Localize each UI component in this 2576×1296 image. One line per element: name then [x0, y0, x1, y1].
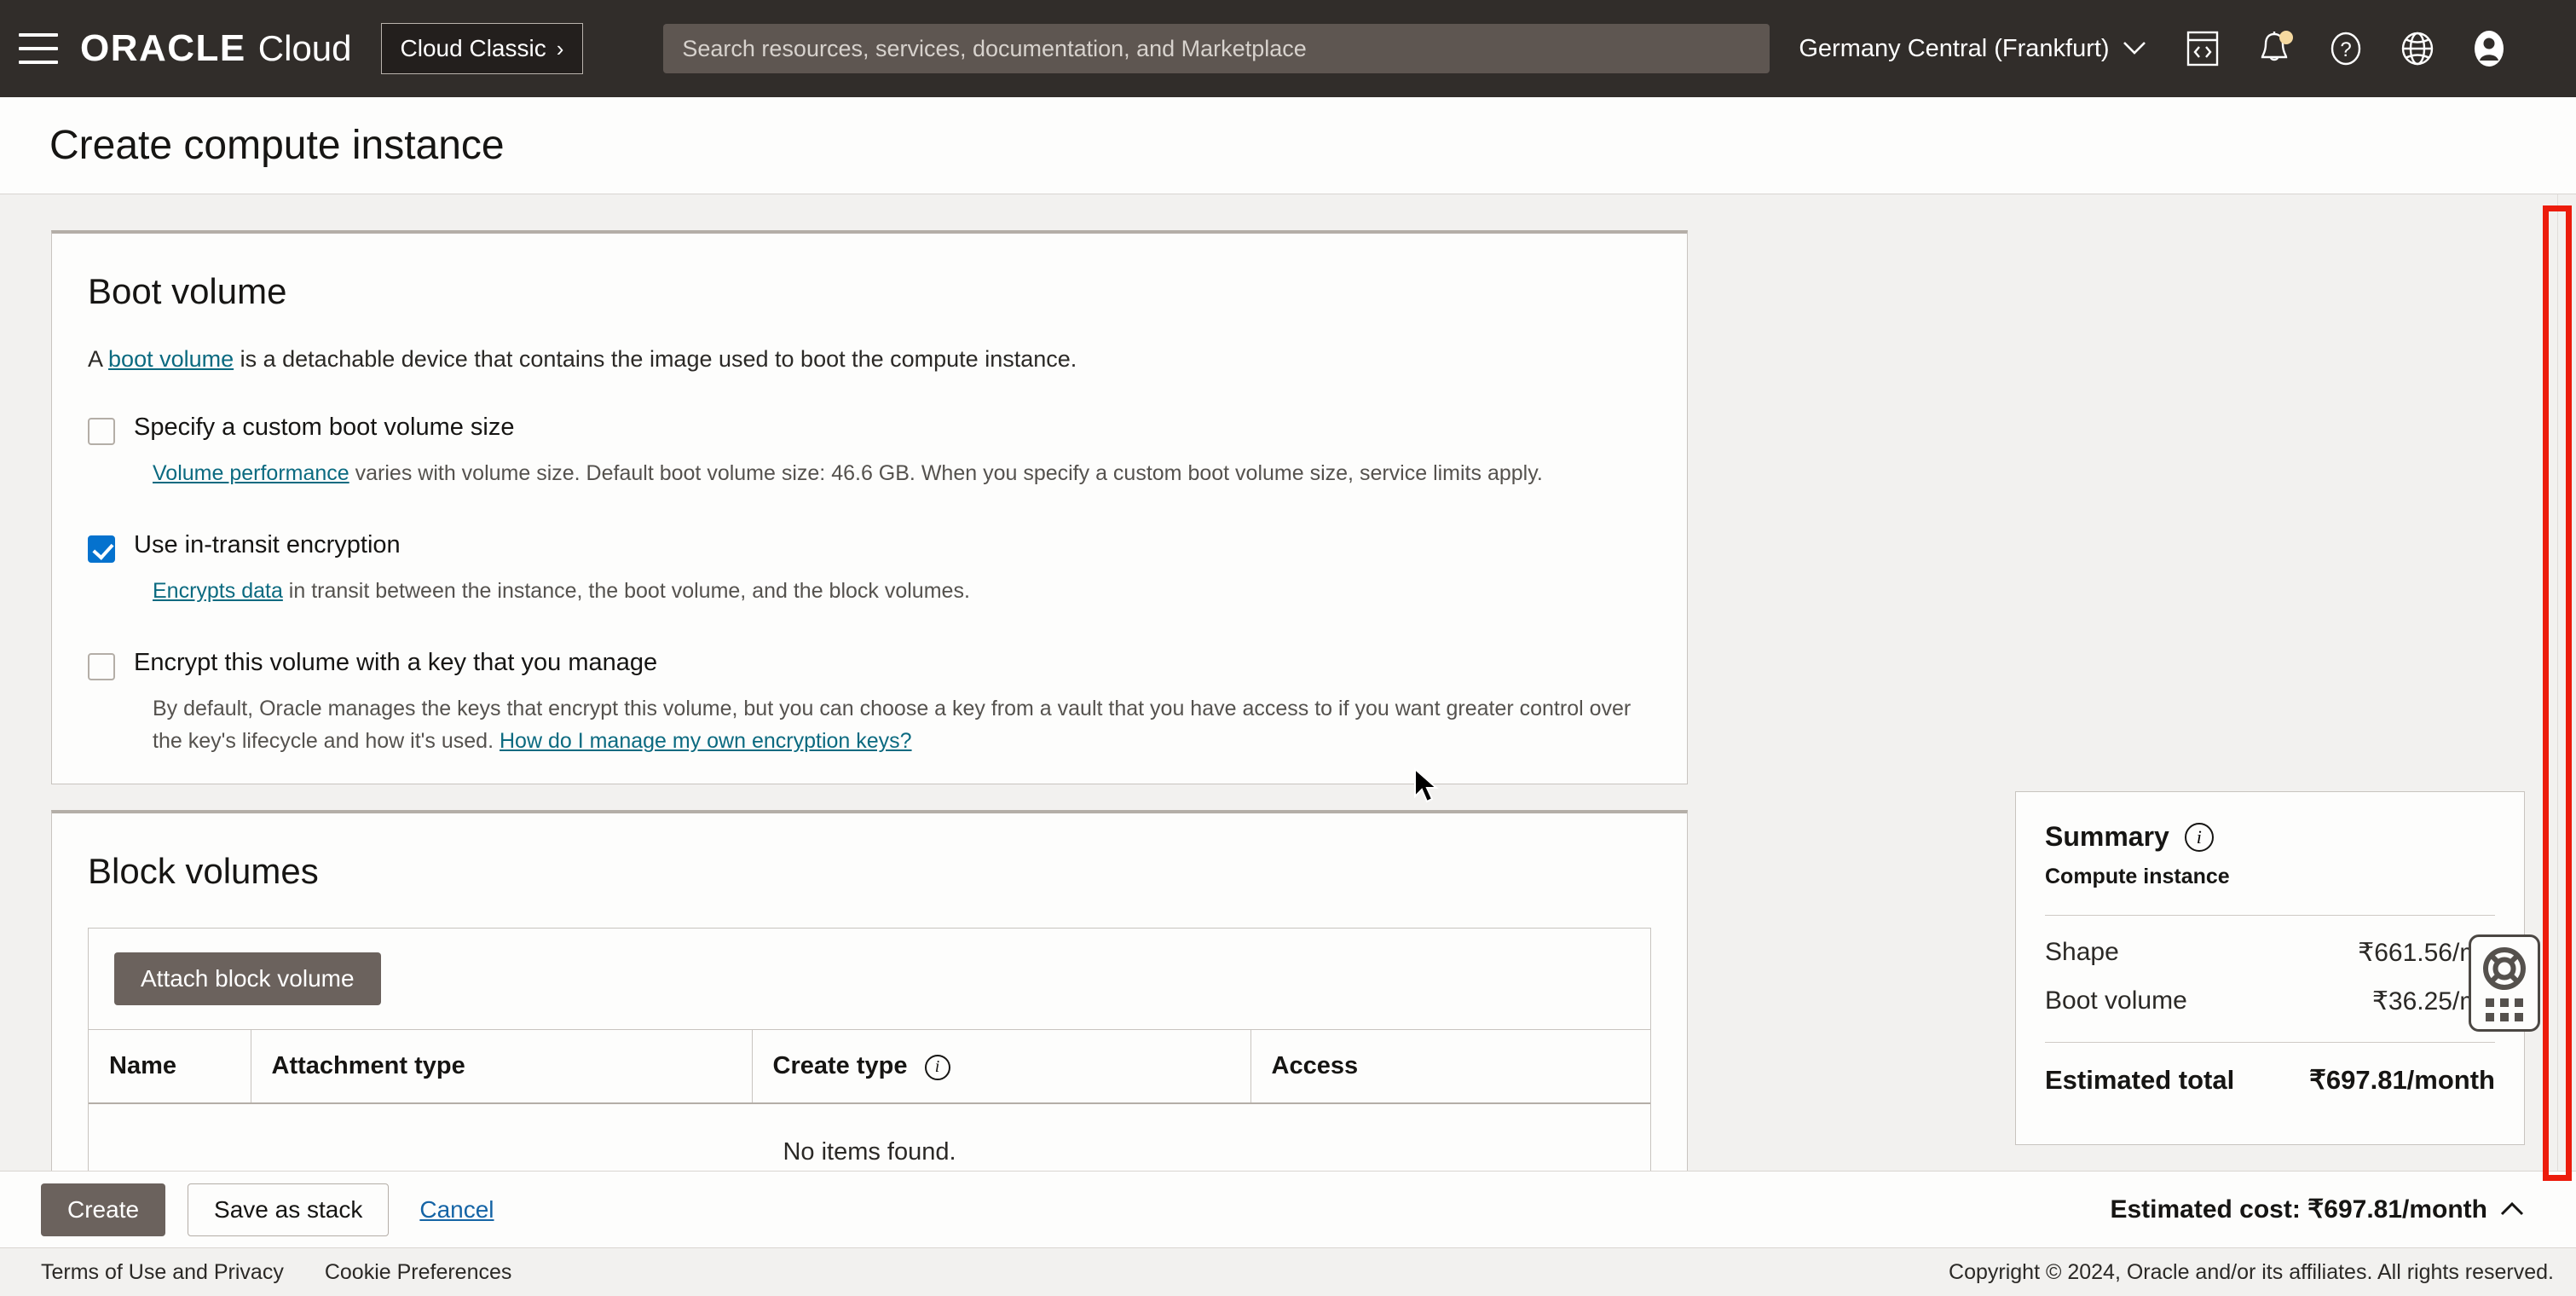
encrypts-data-link[interactable]: Encrypts data — [153, 579, 283, 603]
cloud-classic-button[interactable]: Cloud Classic › — [381, 23, 584, 74]
custom-boot-volume-size-help-text: varies with volume size. Default boot vo… — [349, 461, 1543, 485]
block-volumes-card: Block volumes Attach block volume Name A… — [51, 810, 1688, 1171]
cloud-classic-label: Cloud Classic — [401, 35, 546, 62]
attach-block-volume-button[interactable]: Attach block volume — [114, 952, 381, 1005]
language-globe-icon[interactable] — [2398, 29, 2437, 68]
create-button[interactable]: Create — [41, 1183, 165, 1236]
region-label: Germany Central (Frankfurt) — [1799, 35, 2109, 63]
block-volumes-heading: Block volumes — [88, 851, 1651, 892]
dot-grid-drag-handle[interactable] — [2486, 998, 2523, 1021]
header-icon-group: ? — [2183, 29, 2509, 68]
boot-volume-card: Boot volume A boot volume is a detachabl… — [51, 230, 1688, 784]
brand-cloud-text: Cloud — [258, 28, 352, 69]
in-transit-encryption-checkbox[interactable] — [88, 535, 115, 563]
summary-row-boot-volume: Boot volume ₹36.25/mo — [2045, 986, 2495, 1016]
oracle-cloud-logo[interactable]: ORACLE Cloud — [80, 27, 352, 70]
column-header-access: Access — [1250, 1030, 1650, 1104]
cookie-preferences-link[interactable]: Cookie Preferences — [325, 1260, 512, 1285]
global-search[interactable] — [663, 24, 1770, 73]
terms-of-use-link[interactable]: Terms of Use and Privacy — [41, 1260, 284, 1285]
save-as-stack-button[interactable]: Save as stack — [188, 1183, 389, 1236]
custom-boot-volume-size-label: Specify a custom boot volume size — [134, 414, 514, 442]
desc-prefix: A — [88, 346, 108, 372]
summary-divider-top — [2045, 915, 2495, 916]
manage-encryption-keys-link[interactable]: How do I manage my own encryption keys? — [500, 729, 912, 753]
table-header-row: Name Attachment type Create type i Acces… — [89, 1030, 1650, 1104]
summary-total-label: Estimated total — [2045, 1065, 2234, 1096]
hamburger-menu-icon[interactable] — [19, 33, 58, 64]
boot-volume-description: A boot volume is a detachable device tha… — [88, 346, 1651, 373]
action-button-group: Create Save as stack Cancel — [41, 1183, 494, 1236]
customer-managed-key-row[interactable]: Encrypt this volume with a key that you … — [88, 649, 1651, 680]
summary-divider-bottom — [2045, 1042, 2495, 1043]
chevron-right-icon: › — [557, 36, 564, 62]
brand-oracle-text: ORACLE — [80, 27, 246, 70]
create-type-text: Create type — [773, 1052, 908, 1079]
cancel-link[interactable]: Cancel — [419, 1196, 494, 1224]
customer-managed-key-checkbox[interactable] — [88, 653, 115, 680]
form-action-bar: Create Save as stack Cancel Estimated co… — [0, 1171, 2576, 1247]
table-row: No items found. — [89, 1103, 1650, 1171]
customer-managed-key-help: By default, Oracle manages the keys that… — [153, 692, 1651, 759]
copyright-text: Copyright © 2024, Oracle and/or its affi… — [1949, 1260, 2554, 1285]
chevron-up-icon — [2499, 1195, 2525, 1224]
volume-performance-link[interactable]: Volume performance — [153, 461, 349, 485]
summary-header: Summary i — [2045, 821, 2495, 853]
footer-link-group: Terms of Use and Privacy Cookie Preferen… — [41, 1260, 511, 1285]
column-header-create-type: Create type i — [752, 1030, 1250, 1104]
estimated-cost-toggle[interactable]: Estimated cost: ₹697.81/month — [2110, 1195, 2525, 1224]
block-volumes-toolbar: Attach block volume — [89, 929, 1650, 1029]
chevron-down-icon — [2122, 35, 2147, 63]
main-content: Boot volume A boot volume is a detachabl… — [0, 194, 2576, 1171]
lifebuoy-support-icon[interactable] — [2469, 934, 2540, 1032]
in-transit-encryption-row[interactable]: Use in-transit encryption — [88, 531, 1651, 563]
in-transit-encryption-label: Use in-transit encryption — [134, 531, 401, 559]
in-transit-encryption-help-text: in transit between the instance, the boo… — [283, 579, 970, 603]
code-editor-icon[interactable] — [2183, 29, 2222, 68]
customer-managed-key-label: Encrypt this volume with a key that you … — [134, 649, 657, 677]
desc-suffix: is a detachable device that contains the… — [234, 346, 1077, 372]
help-question-icon[interactable]: ? — [2326, 29, 2365, 68]
estimated-cost-label: Estimated cost: ₹697.81/month — [2110, 1195, 2487, 1224]
region-selector[interactable]: Germany Central (Frankfurt) — [1799, 35, 2146, 63]
notifications-bell-icon[interactable] — [2255, 29, 2294, 68]
search-input[interactable] — [663, 24, 1770, 73]
block-volumes-table: Name Attachment type Create type i Acces… — [89, 1029, 1650, 1171]
user-avatar-icon[interactable] — [2469, 29, 2509, 68]
column-header-attachment-type: Attachment type — [251, 1030, 752, 1104]
summary-total-value: ₹697.81/month — [2309, 1065, 2495, 1096]
block-volumes-table-wrap: Attach block volume Name Attachment type… — [88, 928, 1651, 1171]
column-header-name: Name — [89, 1030, 251, 1104]
summary-row-boot-volume-label: Boot volume — [2045, 986, 2187, 1016]
info-circle-icon[interactable]: i — [925, 1055, 950, 1080]
vertical-scrollbar[interactable] — [2557, 194, 2576, 1171]
custom-boot-volume-size-help: Volume performance varies with volume si… — [153, 457, 1651, 490]
summary-row-shape: Shape ₹661.56/mo — [2045, 938, 2495, 968]
summary-title: Summary — [2045, 821, 2169, 853]
page-title: Create compute instance — [49, 122, 505, 169]
page-title-bar: Create compute instance — [0, 97, 2576, 194]
info-circle-icon[interactable]: i — [2185, 823, 2214, 852]
summary-subtitle: Compute instance — [2045, 865, 2495, 889]
summary-estimated-total: Estimated total ₹697.81/month — [2045, 1065, 2495, 1096]
summary-panel: Summary i Compute instance Shape ₹661.56… — [2015, 791, 2525, 1145]
notification-badge-dot — [2279, 31, 2293, 44]
global-header: ORACLE Cloud Cloud Classic › Germany Cen… — [0, 0, 2576, 97]
svg-text:?: ? — [2340, 38, 2351, 61]
boot-volume-heading: Boot volume — [88, 271, 1651, 312]
in-transit-encryption-help: Encrypts data in transit between the ins… — [153, 575, 1651, 608]
lifebuoy-glyph — [2481, 946, 2527, 992]
boot-volume-doc-link[interactable]: boot volume — [108, 346, 234, 372]
custom-boot-volume-size-checkbox[interactable] — [88, 418, 115, 445]
custom-boot-volume-size-row[interactable]: Specify a custom boot volume size — [88, 414, 1651, 445]
page-footer: Terms of Use and Privacy Cookie Preferen… — [0, 1247, 2576, 1296]
summary-row-shape-label: Shape — [2045, 938, 2119, 968]
empty-state-message: No items found. — [89, 1103, 1650, 1171]
